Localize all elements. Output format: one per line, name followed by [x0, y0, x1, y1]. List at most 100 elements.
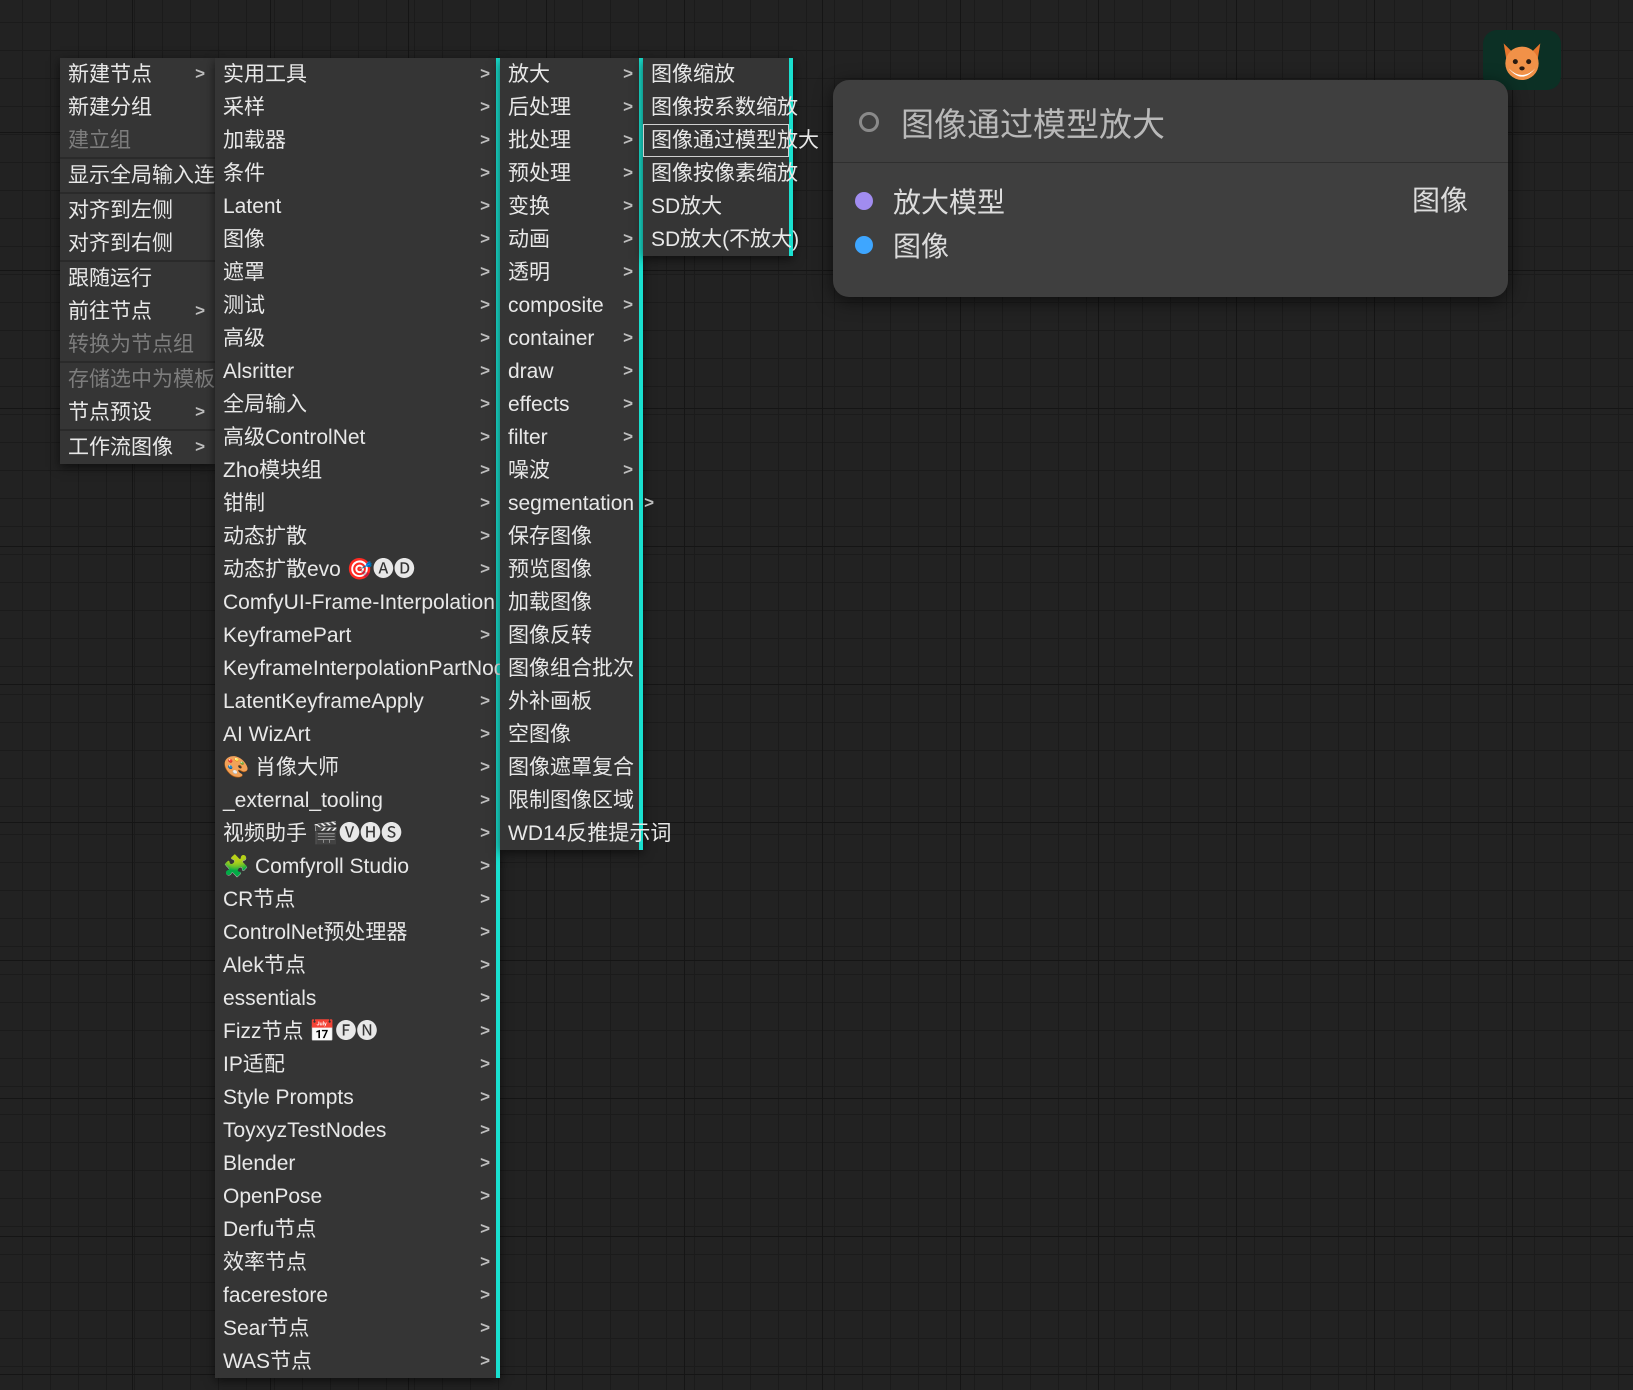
menu-item[interactable]: 对齐到右侧>: [60, 227, 215, 260]
node-output-row-1[interactable]: 图像: [1412, 179, 1486, 219]
menu-item-label: 新建节点: [68, 63, 152, 86]
menu-item[interactable]: 图像遮罩复合>: [500, 751, 639, 784]
menu-item[interactable]: 动态扩散evo 🎯🅐🅓>: [215, 553, 496, 586]
menu-item[interactable]: 前往节点>: [60, 295, 215, 328]
menu-item[interactable]: 🎨 肖像大师>: [215, 751, 496, 784]
menu-item[interactable]: composite>: [500, 289, 639, 322]
chevron-right-icon: >: [623, 329, 633, 348]
menu-item[interactable]: ControlNet预处理器>: [215, 916, 496, 949]
menu-item[interactable]: ToyxyzTestNodes>: [215, 1114, 496, 1147]
menu-item[interactable]: 条件>: [215, 157, 496, 190]
menu-item[interactable]: 限制图像区域>: [500, 784, 639, 817]
menu-item[interactable]: 全局输入>: [215, 388, 496, 421]
menu-item[interactable]: Style Prompts>: [215, 1081, 496, 1114]
menu-item[interactable]: SD放大(不放大)>: [643, 223, 789, 256]
menu-item[interactable]: 对齐到左侧>: [60, 194, 215, 227]
menu-item-label: 对齐到左侧: [68, 199, 173, 222]
node-input-row-2[interactable]: 图像: [855, 223, 1486, 267]
menu-item[interactable]: Alek节点>: [215, 949, 496, 982]
menu-item[interactable]: 放大>: [500, 58, 639, 91]
menu-item[interactable]: 图像组合批次>: [500, 652, 639, 685]
menu-item[interactable]: Fizz节点 📅🅕🅝>: [215, 1015, 496, 1048]
menu-item[interactable]: OpenPose>: [215, 1180, 496, 1213]
menu-item[interactable]: 动画>: [500, 223, 639, 256]
menu-item[interactable]: Sear节点>: [215, 1312, 496, 1345]
menu-item[interactable]: 图像按像素缩放>: [643, 157, 789, 190]
menu-item[interactable]: 视频助手 🎬🅥🅗🅢>: [215, 817, 496, 850]
menu-item[interactable]: draw>: [500, 355, 639, 388]
menu-item[interactable]: container>: [500, 322, 639, 355]
chevron-right-icon: >: [480, 692, 490, 711]
context-menu-level-2[interactable]: 实用工具>采样>加载器>条件>Latent>图像>遮罩>测试>高级>Alsrit…: [215, 58, 500, 1378]
node-card[interactable]: 图像通过模型放大 放大模型 图像 图像: [833, 80, 1508, 297]
menu-item[interactable]: 后处理>: [500, 91, 639, 124]
menu-item[interactable]: 新建节点>: [60, 58, 215, 91]
menu-item[interactable]: essentials>: [215, 982, 496, 1015]
menu-item[interactable]: 变换>: [500, 190, 639, 223]
menu-item[interactable]: 图像>: [215, 223, 496, 256]
menu-item[interactable]: 外补画板>: [500, 685, 639, 718]
menu-item[interactable]: 图像通过模型放大>: [643, 124, 789, 157]
menu-item[interactable]: LatentKeyframeApply>: [215, 685, 496, 718]
menu-item[interactable]: 加载器>: [215, 124, 496, 157]
menu-item[interactable]: SD放大>: [643, 190, 789, 223]
menu-item[interactable]: Alsritter>: [215, 355, 496, 388]
menu-item[interactable]: Latent>: [215, 190, 496, 223]
menu-item[interactable]: 节点预设>: [60, 396, 215, 429]
menu-item[interactable]: KeyframePart>: [215, 619, 496, 652]
menu-item[interactable]: 跟随运行>: [60, 262, 215, 295]
menu-item-label: 图像组合批次: [508, 657, 634, 680]
menu-item[interactable]: 🧩 Comfyroll Studio>: [215, 850, 496, 883]
menu-item[interactable]: 噪波>: [500, 454, 639, 487]
menu-item[interactable]: KeyframeInterpolationPartNode>: [215, 652, 496, 685]
menu-item[interactable]: 空图像>: [500, 718, 639, 751]
chevron-right-icon: >: [623, 164, 633, 183]
menu-item[interactable]: CR节点>: [215, 883, 496, 916]
menu-item-label: 🎨 肖像大师: [223, 756, 339, 779]
menu-item[interactable]: facerestore>: [215, 1279, 496, 1312]
menu-item[interactable]: 图像缩放>: [643, 58, 789, 91]
menu-item[interactable]: effects>: [500, 388, 639, 421]
node-collapse-dot[interactable]: [859, 112, 879, 132]
menu-item[interactable]: 测试>: [215, 289, 496, 322]
menu-item[interactable]: WAS节点>: [215, 1345, 496, 1378]
menu-item[interactable]: 动态扩散>: [215, 520, 496, 553]
menu-item[interactable]: _external_tooling>: [215, 784, 496, 817]
menu-item[interactable]: 新建分组>: [60, 91, 215, 124]
menu-item[interactable]: Zho模块组>: [215, 454, 496, 487]
menu-item[interactable]: filter>: [500, 421, 639, 454]
menu-item[interactable]: 采样>: [215, 91, 496, 124]
menu-item[interactable]: 实用工具>: [215, 58, 496, 91]
menu-item[interactable]: 加载图像>: [500, 586, 639, 619]
chevron-right-icon: >: [480, 956, 490, 975]
port-input-image[interactable]: [855, 236, 873, 254]
menu-item[interactable]: 透明>: [500, 256, 639, 289]
menu-item[interactable]: ComfyUI-Frame-Interpolation>: [215, 586, 496, 619]
menu-item[interactable]: IP适配>: [215, 1048, 496, 1081]
context-menu-level-3[interactable]: 放大>后处理>批处理>预处理>变换>动画>透明>composite>contai…: [500, 58, 643, 850]
menu-item[interactable]: 显示全局输入连线>: [60, 159, 215, 192]
port-input-upscale-model[interactable]: [855, 192, 873, 210]
node-header[interactable]: 图像通过模型放大: [833, 80, 1508, 163]
menu-item[interactable]: 效率节点>: [215, 1246, 496, 1279]
context-menu-level-1[interactable]: 新建节点>新建分组>建立组>显示全局输入连线>对齐到左侧>对齐到右侧>跟随运行>…: [60, 58, 215, 464]
menu-item[interactable]: WD14反推提示词>: [500, 817, 639, 850]
menu-item[interactable]: 钳制>: [215, 487, 496, 520]
menu-item[interactable]: 批处理>: [500, 124, 639, 157]
menu-item[interactable]: 预处理>: [500, 157, 639, 190]
menu-item[interactable]: Blender>: [215, 1147, 496, 1180]
menu-item[interactable]: Derfu节点>: [215, 1213, 496, 1246]
menu-item[interactable]: 图像按系数缩放>: [643, 91, 789, 124]
menu-item[interactable]: 遮罩>: [215, 256, 496, 289]
menu-item[interactable]: segmentation>: [500, 487, 639, 520]
node-input-row-1[interactable]: 放大模型: [855, 179, 1486, 223]
menu-item[interactable]: 高级>: [215, 322, 496, 355]
menu-item[interactable]: 预览图像>: [500, 553, 639, 586]
menu-item[interactable]: AI WizArt>: [215, 718, 496, 751]
context-menu-level-4[interactable]: 图像缩放>图像按系数缩放>图像通过模型放大>图像按像素缩放>SD放大>SD放大(…: [643, 58, 793, 256]
menu-item[interactable]: 图像反转>: [500, 619, 639, 652]
menu-item-label: _external_tooling: [223, 789, 383, 812]
menu-item[interactable]: 工作流图像>: [60, 431, 215, 464]
menu-item[interactable]: 保存图像>: [500, 520, 639, 553]
menu-item[interactable]: 高级ControlNet>: [215, 421, 496, 454]
